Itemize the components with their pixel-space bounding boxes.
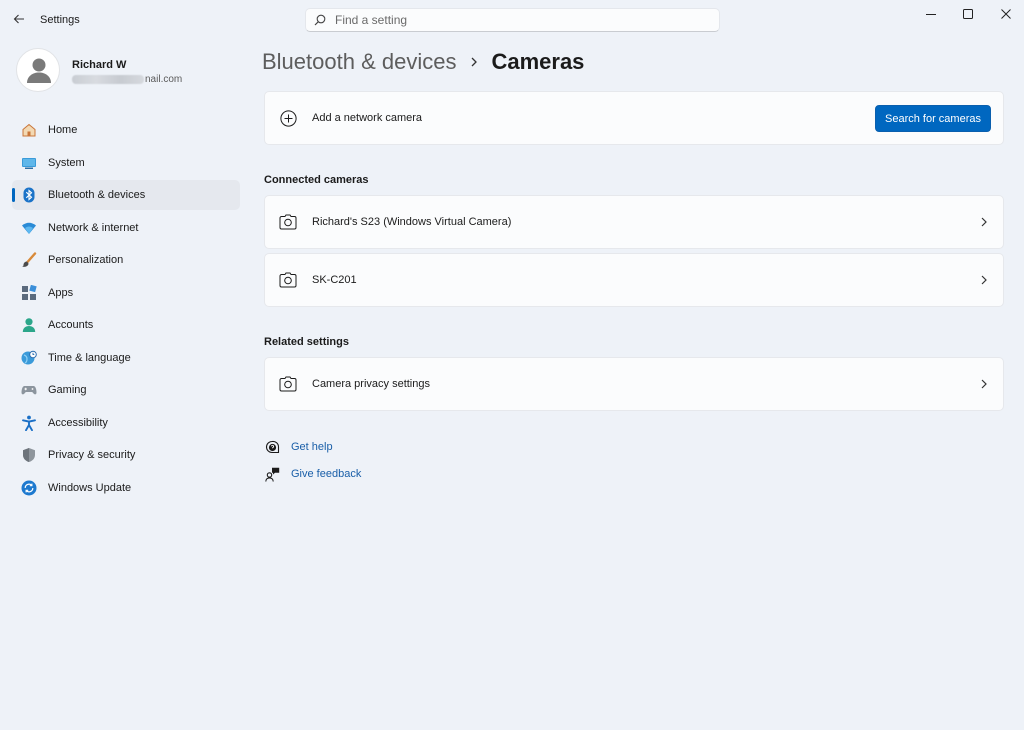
camera-privacy-settings-label: Camera privacy settings	[312, 378, 430, 390]
close-button[interactable]	[988, 0, 1024, 28]
sidebar-item-bluetooth-devices[interactable]: Bluetooth & devices	[12, 180, 240, 210]
user-email: nail.com	[72, 74, 182, 85]
sidebar-item-label: Time & language	[48, 351, 131, 364]
update-icon	[21, 480, 37, 496]
minimize-button[interactable]	[913, 0, 949, 28]
camera-icon	[279, 213, 297, 231]
minimize-icon	[926, 14, 936, 15]
camera-row[interactable]: Richard's S23 (Windows Virtual Camera)	[264, 195, 1004, 249]
settings-window: Settings Richard W nail.com	[0, 0, 1024, 730]
title-bar: Settings	[0, 0, 1024, 40]
back-button[interactable]	[8, 8, 30, 30]
back-arrow-icon	[13, 14, 24, 24]
sidebar-item-network-internet[interactable]: Network & internet	[12, 213, 240, 243]
sidebar-nav: Home System Bluetooth & devices Network …	[12, 115, 240, 505]
search-box[interactable]	[305, 8, 720, 32]
related-settings-heading: Related settings	[264, 336, 349, 348]
camera-privacy-settings-row[interactable]: Camera privacy settings	[264, 357, 1004, 411]
sidebar-item-label: System	[48, 156, 85, 169]
get-help-link[interactable]: Get help	[264, 438, 333, 456]
globe-clock-icon	[21, 350, 37, 366]
maximize-button[interactable]	[950, 0, 986, 28]
active-indicator	[12, 188, 15, 202]
camera-row[interactable]: SK-C201	[264, 253, 1004, 307]
add-network-camera-card: Add a network camera Search for cameras	[264, 91, 1004, 145]
sidebar-item-label: Gaming	[48, 384, 87, 396]
camera-icon	[279, 271, 297, 289]
accessibility-icon	[21, 415, 37, 431]
sidebar-item-system[interactable]: System	[12, 148, 240, 178]
sidebar-item-apps[interactable]: Apps	[12, 278, 240, 308]
sidebar-item-accounts[interactable]: Accounts	[12, 310, 240, 340]
sidebar-item-privacy-security[interactable]: Privacy & security	[12, 440, 240, 470]
sidebar-item-label: Privacy & security	[48, 449, 136, 461]
home-icon	[21, 122, 37, 138]
maximize-icon	[963, 9, 973, 19]
brush-icon	[21, 252, 37, 268]
sidebar-item-label: Bluetooth & devices	[48, 189, 146, 201]
sidebar-item-windows-update[interactable]: Windows Update	[12, 473, 240, 503]
search-icon	[314, 14, 326, 26]
bluetooth-icon	[21, 187, 37, 203]
search-for-cameras-button[interactable]: Search for cameras	[875, 105, 991, 132]
sidebar-item-label: Apps	[48, 286, 74, 299]
sidebar-item-gaming[interactable]: Gaming	[12, 375, 240, 405]
user-profile[interactable]: Richard W nail.com	[16, 48, 236, 100]
sidebar-item-label: Windows Update	[48, 481, 132, 494]
connected-cameras-heading: Connected cameras	[264, 174, 369, 186]
sidebar-item-label: Accounts	[48, 319, 94, 331]
chevron-right-icon	[470, 57, 478, 67]
sidebar-item-label: Accessibility	[48, 416, 108, 429]
accounts-icon	[21, 317, 37, 333]
give-feedback-label: Give feedback	[291, 468, 362, 480]
help-chat-icon	[264, 439, 280, 455]
user-email-domain: nail.com	[145, 74, 183, 85]
email-redaction	[72, 75, 144, 84]
sidebar-item-label: Network & internet	[48, 221, 139, 234]
get-help-label: Get help	[291, 441, 333, 453]
sidebar-item-label: Home	[48, 124, 78, 136]
app-title: Settings	[40, 14, 80, 26]
breadcrumb: Bluetooth & devices Cameras	[262, 46, 584, 78]
system-icon	[21, 155, 37, 171]
gamepad-icon	[21, 382, 37, 398]
shield-icon	[21, 447, 37, 463]
chevron-right-icon	[979, 217, 989, 227]
sidebar-item-home[interactable]: Home	[12, 115, 240, 145]
breadcrumb-parent-link[interactable]: Bluetooth & devices	[262, 49, 456, 75]
camera-icon	[279, 375, 297, 393]
chevron-right-icon	[979, 379, 989, 389]
sidebar-item-time-language[interactable]: Time & language	[12, 343, 240, 373]
feedback-icon	[264, 466, 280, 482]
person-avatar-icon	[27, 58, 51, 83]
camera-name: Richard's S23 (Windows Virtual Camera)	[312, 216, 512, 228]
sidebar-item-personalization[interactable]: Personalization	[12, 245, 240, 275]
apps-icon	[21, 284, 37, 301]
sidebar-item-label: Personalization	[48, 254, 124, 266]
sidebar-item-accessibility[interactable]: Accessibility	[12, 408, 240, 438]
give-feedback-link[interactable]: Give feedback	[264, 465, 361, 483]
search-input[interactable]	[335, 13, 695, 27]
add-network-camera-label: Add a network camera	[312, 112, 423, 124]
wifi-icon	[21, 220, 37, 236]
avatar	[16, 48, 60, 92]
chevron-right-icon	[979, 275, 989, 285]
user-name: Richard W	[72, 59, 127, 71]
close-icon	[1001, 9, 1011, 19]
camera-name: SK-C201	[312, 274, 357, 286]
page-title: Cameras	[491, 49, 585, 74]
add-circle-icon	[279, 109, 297, 127]
